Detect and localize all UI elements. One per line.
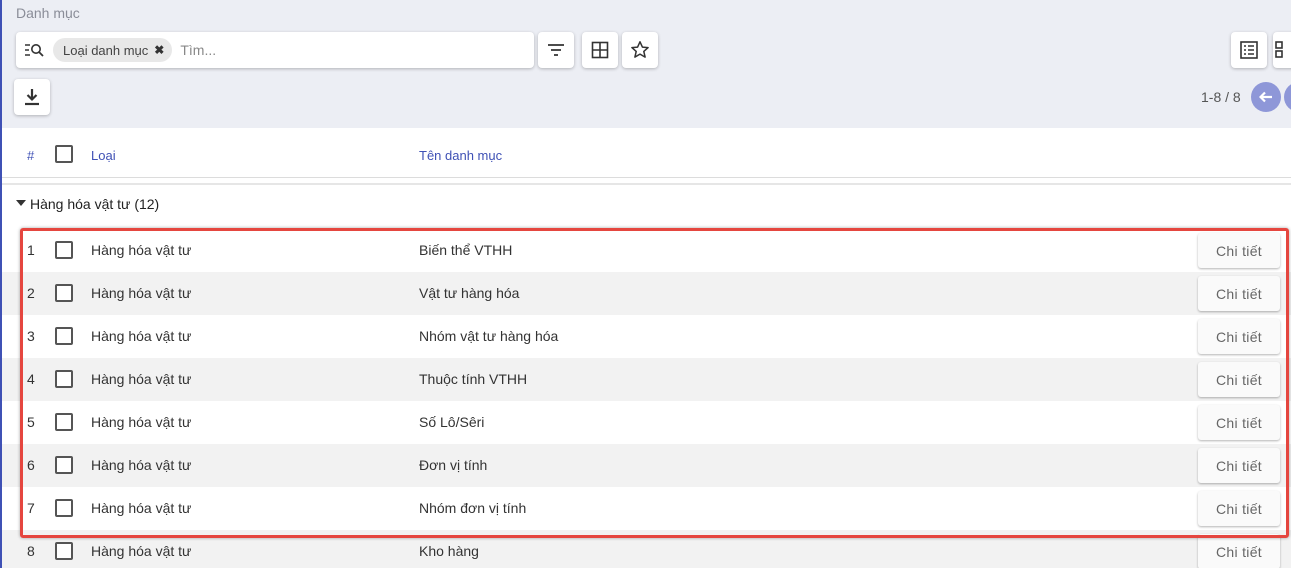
table-row[interactable]: 1 Hàng hóa vật tư Biến thể VTHH Chi tiết bbox=[2, 229, 1291, 272]
table-row[interactable]: 7 Hàng hóa vật tư Nhóm đơn vị tính Chi t… bbox=[2, 487, 1291, 530]
group-label: Hàng hóa vật tư (12) bbox=[30, 196, 160, 212]
close-icon[interactable]: ✖ bbox=[154, 43, 164, 57]
column-header-type[interactable]: Loại bbox=[91, 148, 116, 163]
search-filter-icon[interactable] bbox=[24, 40, 44, 60]
row-name: Nhóm đơn vị tính bbox=[419, 500, 527, 516]
page-title: Danh mục bbox=[16, 5, 80, 21]
pager-value: 1-8 / 8 bbox=[1201, 89, 1241, 105]
detail-button[interactable]: Chi tiết bbox=[1198, 448, 1280, 483]
filter-chip: Loại danh mục ✖ bbox=[53, 38, 173, 62]
row-name: Thuộc tính VTHH bbox=[419, 371, 528, 387]
star-icon bbox=[631, 41, 649, 58]
row-checkbox[interactable] bbox=[55, 241, 73, 259]
table-row[interactable]: 6 Hàng hóa vật tư Đơn vị tính Chi tiết bbox=[2, 444, 1291, 487]
detail-button[interactable]: Chi tiết bbox=[1198, 233, 1280, 268]
column-header-name[interactable]: Tên danh mục bbox=[419, 148, 502, 163]
row-index: 6 bbox=[27, 457, 35, 473]
detail-button[interactable]: Chi tiết bbox=[1198, 491, 1280, 526]
table-row[interactable]: 8 Hàng hóa vật tư Kho hàng Chi tiết bbox=[2, 530, 1291, 568]
kanban-view-icon bbox=[1275, 41, 1283, 58]
row-name: Vật tư hàng hóa bbox=[419, 285, 520, 301]
row-type: Hàng hóa vật tư bbox=[91, 242, 192, 258]
caret-down-icon bbox=[16, 200, 26, 206]
kanban-view-button[interactable] bbox=[1273, 32, 1291, 68]
row-index: 8 bbox=[27, 543, 35, 559]
row-name: Số Lô/Sêri bbox=[419, 414, 485, 430]
row-name: Đơn vị tính bbox=[419, 457, 488, 473]
table-row[interactable]: 2 Hàng hóa vật tư Vật tư hàng hóa Chi ti… bbox=[2, 272, 1291, 315]
list-view-icon bbox=[1240, 41, 1258, 59]
row-index: 1 bbox=[27, 242, 35, 258]
search-bar[interactable]: Loại danh mục ✖ bbox=[16, 32, 534, 68]
row-index: 4 bbox=[27, 371, 35, 387]
detail-button[interactable]: Chi tiết bbox=[1198, 319, 1280, 354]
row-type: Hàng hóa vật tư bbox=[91, 371, 192, 387]
download-icon bbox=[25, 89, 39, 106]
row-checkbox[interactable] bbox=[55, 284, 73, 302]
row-type: Hàng hóa vật tư bbox=[91, 328, 192, 344]
filter-icon bbox=[548, 44, 564, 56]
group-by-button[interactable] bbox=[582, 32, 618, 68]
row-type: Hàng hóa vật tư bbox=[91, 285, 192, 301]
group-header[interactable]: Hàng hóa vật tư (12) bbox=[2, 185, 1291, 225]
row-checkbox[interactable] bbox=[55, 327, 73, 345]
row-index: 7 bbox=[27, 500, 35, 516]
select-all-checkbox[interactable] bbox=[55, 145, 73, 163]
row-checkbox[interactable] bbox=[55, 370, 73, 388]
row-type: Hàng hóa vật tư bbox=[91, 457, 192, 473]
pager-next-button[interactable] bbox=[1284, 82, 1291, 112]
row-name: Kho hàng bbox=[419, 543, 479, 559]
detail-button[interactable]: Chi tiết bbox=[1198, 405, 1280, 440]
filter-button[interactable] bbox=[538, 32, 574, 68]
list-view-button[interactable] bbox=[1231, 32, 1267, 68]
row-checkbox[interactable] bbox=[55, 542, 73, 560]
table-row[interactable]: 4 Hàng hóa vật tư Thuộc tính VTHH Chi ti… bbox=[2, 358, 1291, 401]
table-row[interactable]: 3 Hàng hóa vật tư Nhóm vật tư hàng hóa C… bbox=[2, 315, 1291, 358]
row-checkbox[interactable] bbox=[55, 456, 73, 474]
detail-button[interactable]: Chi tiết bbox=[1198, 362, 1280, 397]
detail-button[interactable]: Chi tiết bbox=[1198, 276, 1280, 311]
row-type: Hàng hóa vật tư bbox=[91, 543, 192, 559]
row-index: 2 bbox=[27, 285, 35, 301]
favorite-button[interactable] bbox=[622, 32, 658, 68]
row-index: 3 bbox=[27, 328, 35, 344]
column-header-index: # bbox=[27, 148, 35, 163]
pager-previous-button[interactable] bbox=[1251, 82, 1281, 112]
row-name: Nhóm vật tư hàng hóa bbox=[419, 328, 559, 344]
row-checkbox[interactable] bbox=[55, 413, 73, 431]
table-header: # Loại Tên danh mục bbox=[2, 128, 1291, 178]
row-type: Hàng hóa vật tư bbox=[91, 500, 192, 516]
row-index: 5 bbox=[27, 414, 35, 430]
download-button[interactable] bbox=[14, 79, 50, 115]
group-by-icon bbox=[591, 41, 609, 59]
row-type: Hàng hóa vật tư bbox=[91, 414, 192, 430]
arrow-left-icon bbox=[1259, 91, 1272, 103]
row-checkbox[interactable] bbox=[55, 499, 73, 517]
table-row[interactable]: 5 Hàng hóa vật tư Số Lô/Sêri Chi tiết bbox=[2, 401, 1291, 444]
control-panel: Danh mục Loại danh mục ✖ Tìm... 1-8 / 8 bbox=[2, 0, 1291, 128]
detail-button[interactable]: Chi tiết bbox=[1198, 534, 1280, 568]
search-input[interactable] bbox=[180, 42, 521, 58]
filter-chip-label: Loại danh mục bbox=[63, 42, 149, 58]
row-name: Biến thể VTHH bbox=[419, 242, 513, 258]
